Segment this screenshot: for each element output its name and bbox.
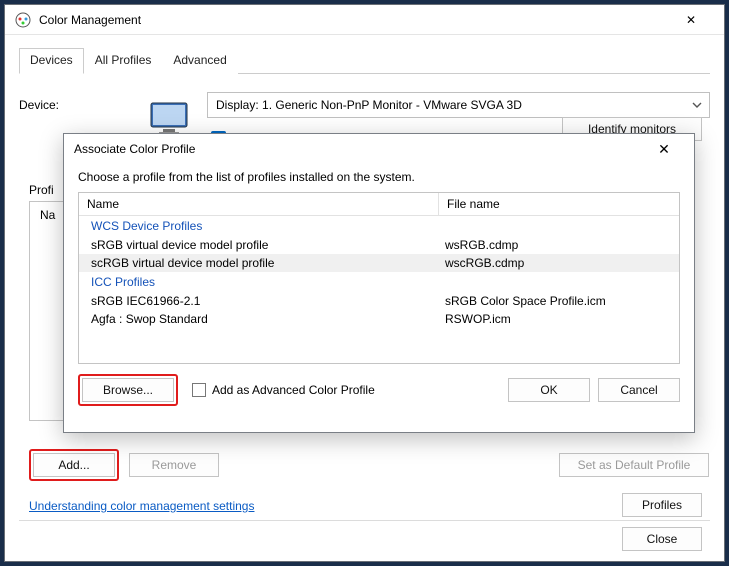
browse-button[interactable]: Browse... [82,378,174,402]
associate-profile-dialog: Associate Color Profile ✕ Choose a profi… [63,133,695,433]
window-close-button[interactable]: ✕ [668,13,714,27]
col-file[interactable]: File name [439,193,679,215]
tab-all-profiles[interactable]: All Profiles [84,48,163,74]
profiles-button[interactable]: Profiles [622,493,702,517]
group-icc: ICC Profiles [79,272,679,292]
add-highlight: Add... [29,449,119,481]
profile-buttons-row: Add... Remove Set as Default Profile [29,449,709,481]
dialog-title: Associate Color Profile [74,142,644,156]
cell-file: wsRGB.cdmp [445,238,667,252]
cell-name: Agfa : Swop Standard [91,312,445,326]
remove-button[interactable]: Remove [129,453,219,477]
browse-highlight: Browse... [78,374,178,406]
set-default-button[interactable]: Set as Default Profile [559,453,709,477]
profile-row[interactable]: scRGB virtual device model profile wscRG… [79,254,679,272]
tab-devices[interactable]: Devices [19,48,84,74]
separator [19,520,710,521]
cancel-button[interactable]: Cancel [598,378,680,402]
add-advanced-checkbox[interactable] [192,383,206,397]
help-link[interactable]: Understanding color management settings [29,499,254,513]
dialog-titlebar: Associate Color Profile ✕ [64,134,694,164]
device-select[interactable]: Display: 1. Generic Non-PnP Monitor - VM… [207,92,710,118]
dialog-instruction: Choose a profile from the list of profil… [78,170,680,184]
cell-file: wscRGB.cdmp [445,256,667,270]
color-management-window: Color Management ✕ Devices All Profiles … [4,4,725,562]
profile-row[interactable]: Agfa : Swop Standard RSWOP.icm [79,310,679,328]
profiles-section-label: Profi [29,183,54,197]
cell-file: sRGB Color Space Profile.icm [445,294,667,308]
dialog-close-button[interactable]: ✕ [644,141,684,158]
chevron-down-icon [691,99,703,111]
app-icon [15,12,31,28]
dialog-body: Choose a profile from the list of profil… [64,164,694,416]
profile-list[interactable]: Name File name WCS Device Profiles sRGB … [78,192,680,364]
col-name[interactable]: Name [79,193,439,215]
tab-advanced[interactable]: Advanced [162,48,237,74]
cell-name: scRGB virtual device model profile [91,256,445,270]
device-select-value: Display: 1. Generic Non-PnP Monitor - VM… [216,98,522,112]
tabs: Devices All Profiles Advanced [19,47,710,74]
titlebar: Color Management ✕ [5,5,724,35]
profile-row[interactable]: sRGB virtual device model profile wsRGB.… [79,236,679,254]
add-advanced-label: Add as Advanced Color Profile [212,383,375,397]
cell-name: sRGB virtual device model profile [91,238,445,252]
cell-file: RSWOP.icm [445,312,667,326]
profile-row[interactable]: sRGB IEC61966-2.1 sRGB Color Space Profi… [79,292,679,310]
dialog-footer: Browse... Add as Advanced Color Profile … [78,374,680,406]
ok-button[interactable]: OK [508,378,590,402]
device-label: Device: [19,92,149,112]
window-title: Color Management [39,13,668,27]
help-link-row: Understanding color management settings [29,499,254,513]
close-button[interactable]: Close [622,527,702,551]
profile-list-header: Name File name [79,193,679,216]
cell-name: sRGB IEC61966-2.1 [91,294,445,308]
add-advanced-checkbox-row[interactable]: Add as Advanced Color Profile [192,383,375,397]
group-wcs: WCS Device Profiles [79,216,679,236]
add-button[interactable]: Add... [33,453,115,477]
